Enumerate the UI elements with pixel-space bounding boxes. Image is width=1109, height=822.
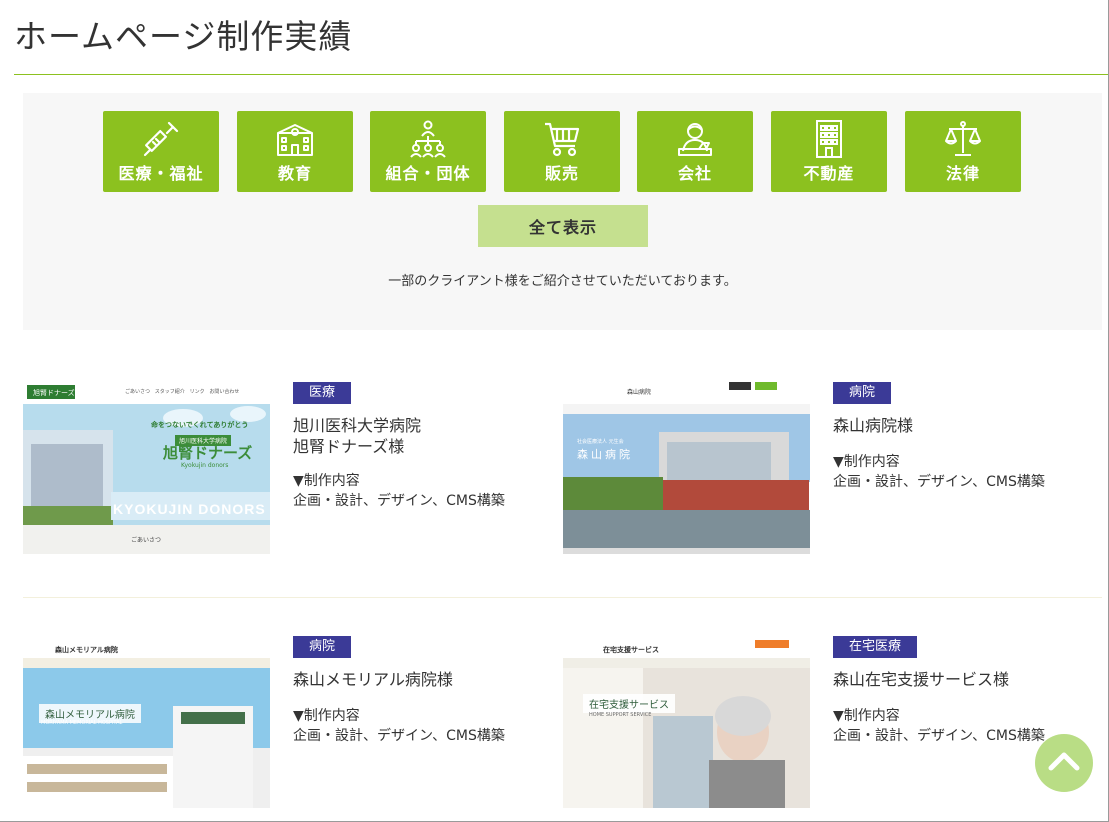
work-thumbnail[interactable]: 在宅支援サービス 在宅支援サービス HOME SUPPORT SERVICE — [563, 636, 810, 808]
work-category-badge: 在宅医療 — [833, 636, 918, 658]
category-sales-button[interactable]: 販売 — [504, 111, 620, 192]
intro-text: 一部のクライアント様をご紹介させていただいております。 — [388, 274, 737, 289]
thumb-site-name-en: MORIYAMA MEMORIAL HOSPITAL — [41, 720, 123, 726]
category-label: 会社 — [677, 164, 712, 183]
thumb-kicker: 社会医療法人 元生会 — [577, 439, 624, 445]
category-label: 組合・団体 — [385, 164, 471, 183]
network-icon — [408, 119, 448, 159]
category-label: 法律 — [945, 164, 980, 183]
work-item[interactable]: 森山病院 社会医療法人 元生会 森山病院 病院 森山病院様 ▼制作内容 企画・設… — [563, 382, 1083, 554]
thumb-site-name: 在宅支援サービス — [583, 694, 675, 713]
category-education-button[interactable]: 教育 — [237, 111, 353, 192]
category-union-group-button[interactable]: 組合・団体 — [370, 111, 486, 192]
work-thumbnail[interactable]: ごあいさつ スタッフ紹介 リンク お問い合わせ 旭川医科大学病院 命をつないでく… — [23, 382, 270, 554]
thumb-nav: ごあいさつ スタッフ紹介 リンク お問い合わせ — [125, 389, 240, 395]
work-detail: 企画・設計、デザイン、CMS構築 — [833, 728, 1045, 744]
category-real-estate-button[interactable]: 不動産 — [771, 111, 887, 192]
work-item[interactable]: ごあいさつ スタッフ紹介 リンク お問い合わせ 旭川医科大学病院 命をつないでく… — [23, 382, 543, 554]
work-client-name[interactable]: 森山病院様 — [833, 415, 913, 436]
shopping-cart-icon — [542, 119, 582, 159]
category-law-button[interactable]: 法律 — [905, 111, 1021, 192]
work-category-badge: 医療 — [293, 382, 352, 404]
work-detail-heading: ▼制作内容 — [833, 454, 900, 470]
office-worker-icon — [675, 119, 715, 159]
work-thumbnail[interactable]: 森山病院 社会医療法人 元生会 森山病院 — [563, 382, 810, 554]
thumb-logo-text: 旭腎ドナーズ — [33, 389, 75, 397]
school-icon — [275, 119, 315, 159]
work-detail-heading: ▼制作内容 — [833, 708, 900, 724]
thumb-site-name: 旭腎ドナーズ — [163, 444, 253, 462]
category-label: 教育 — [277, 164, 312, 183]
work-detail: 企画・設計、デザイン、CMS構築 — [293, 728, 505, 744]
thumb-banner: KYOKUJIN DONORS — [113, 501, 266, 517]
category-company-button[interactable]: 会社 — [637, 111, 753, 192]
thumb-site-name: 森山病院 — [577, 448, 633, 461]
work-client-name[interactable]: 旭川医科大学病院 旭腎ドナーズ様 — [293, 415, 421, 457]
category-label: 医療・福祉 — [118, 164, 204, 183]
page-title: ホームページ制作実績 — [14, 17, 353, 56]
syringe-icon — [141, 119, 181, 159]
work-category-badge: 病院 — [293, 636, 352, 658]
work-detail-heading: ▼制作内容 — [293, 708, 360, 724]
scales-icon — [943, 119, 983, 159]
work-client-name[interactable]: 森山在宅支援サービス様 — [833, 669, 1009, 690]
category-label: 販売 — [544, 164, 579, 183]
thumb-logo-text: 在宅支援サービス — [603, 646, 659, 654]
category-filter-panel: 医療・福祉 教育 組合・団体 販売 会社 不動産 法律 全て表示 一部のクライア… — [23, 93, 1102, 330]
work-item[interactable]: 在宅支援サービス 在宅支援サービス HOME SUPPORT SERVICE 在… — [563, 636, 1083, 808]
thumb-site-name-en: Kyokujin donors — [181, 462, 229, 469]
thumb-logo-text: 森山病院 — [627, 389, 652, 396]
thumb-footer: ごあいさつ — [131, 537, 162, 544]
work-client-name[interactable]: 森山メモリアル病院様 — [293, 669, 453, 690]
row-divider — [23, 597, 1102, 598]
work-item[interactable]: 森山メモリアル病院 森山メモリアル病院 MORIYAMA MEMORIAL HO… — [23, 636, 543, 808]
work-detail: 企画・設計、デザイン、CMS構築 — [293, 493, 505, 509]
show-all-button[interactable]: 全て表示 — [478, 205, 648, 247]
thumb-site-name-en: HOME SUPPORT SERVICE — [589, 712, 652, 718]
title-divider — [14, 74, 1109, 75]
work-thumbnail[interactable]: 森山メモリアル病院 森山メモリアル病院 MORIYAMA MEMORIAL HO… — [23, 636, 270, 808]
building-icon — [809, 119, 849, 159]
category-medical-welfare-button[interactable]: 医療・福祉 — [103, 111, 219, 192]
category-label: 不動産 — [803, 164, 855, 183]
back-to-top-button[interactable] — [1035, 734, 1093, 792]
thumb-slogan: 命をつないでくれてありがとう — [151, 421, 249, 429]
chevron-up-icon — [1047, 750, 1081, 776]
work-detail-heading: ▼制作内容 — [293, 473, 360, 489]
thumb-logo-text: 森山メモリアル病院 — [55, 646, 118, 654]
work-detail: 企画・設計、デザイン、CMS構築 — [833, 474, 1045, 490]
work-category-badge: 病院 — [833, 382, 892, 404]
